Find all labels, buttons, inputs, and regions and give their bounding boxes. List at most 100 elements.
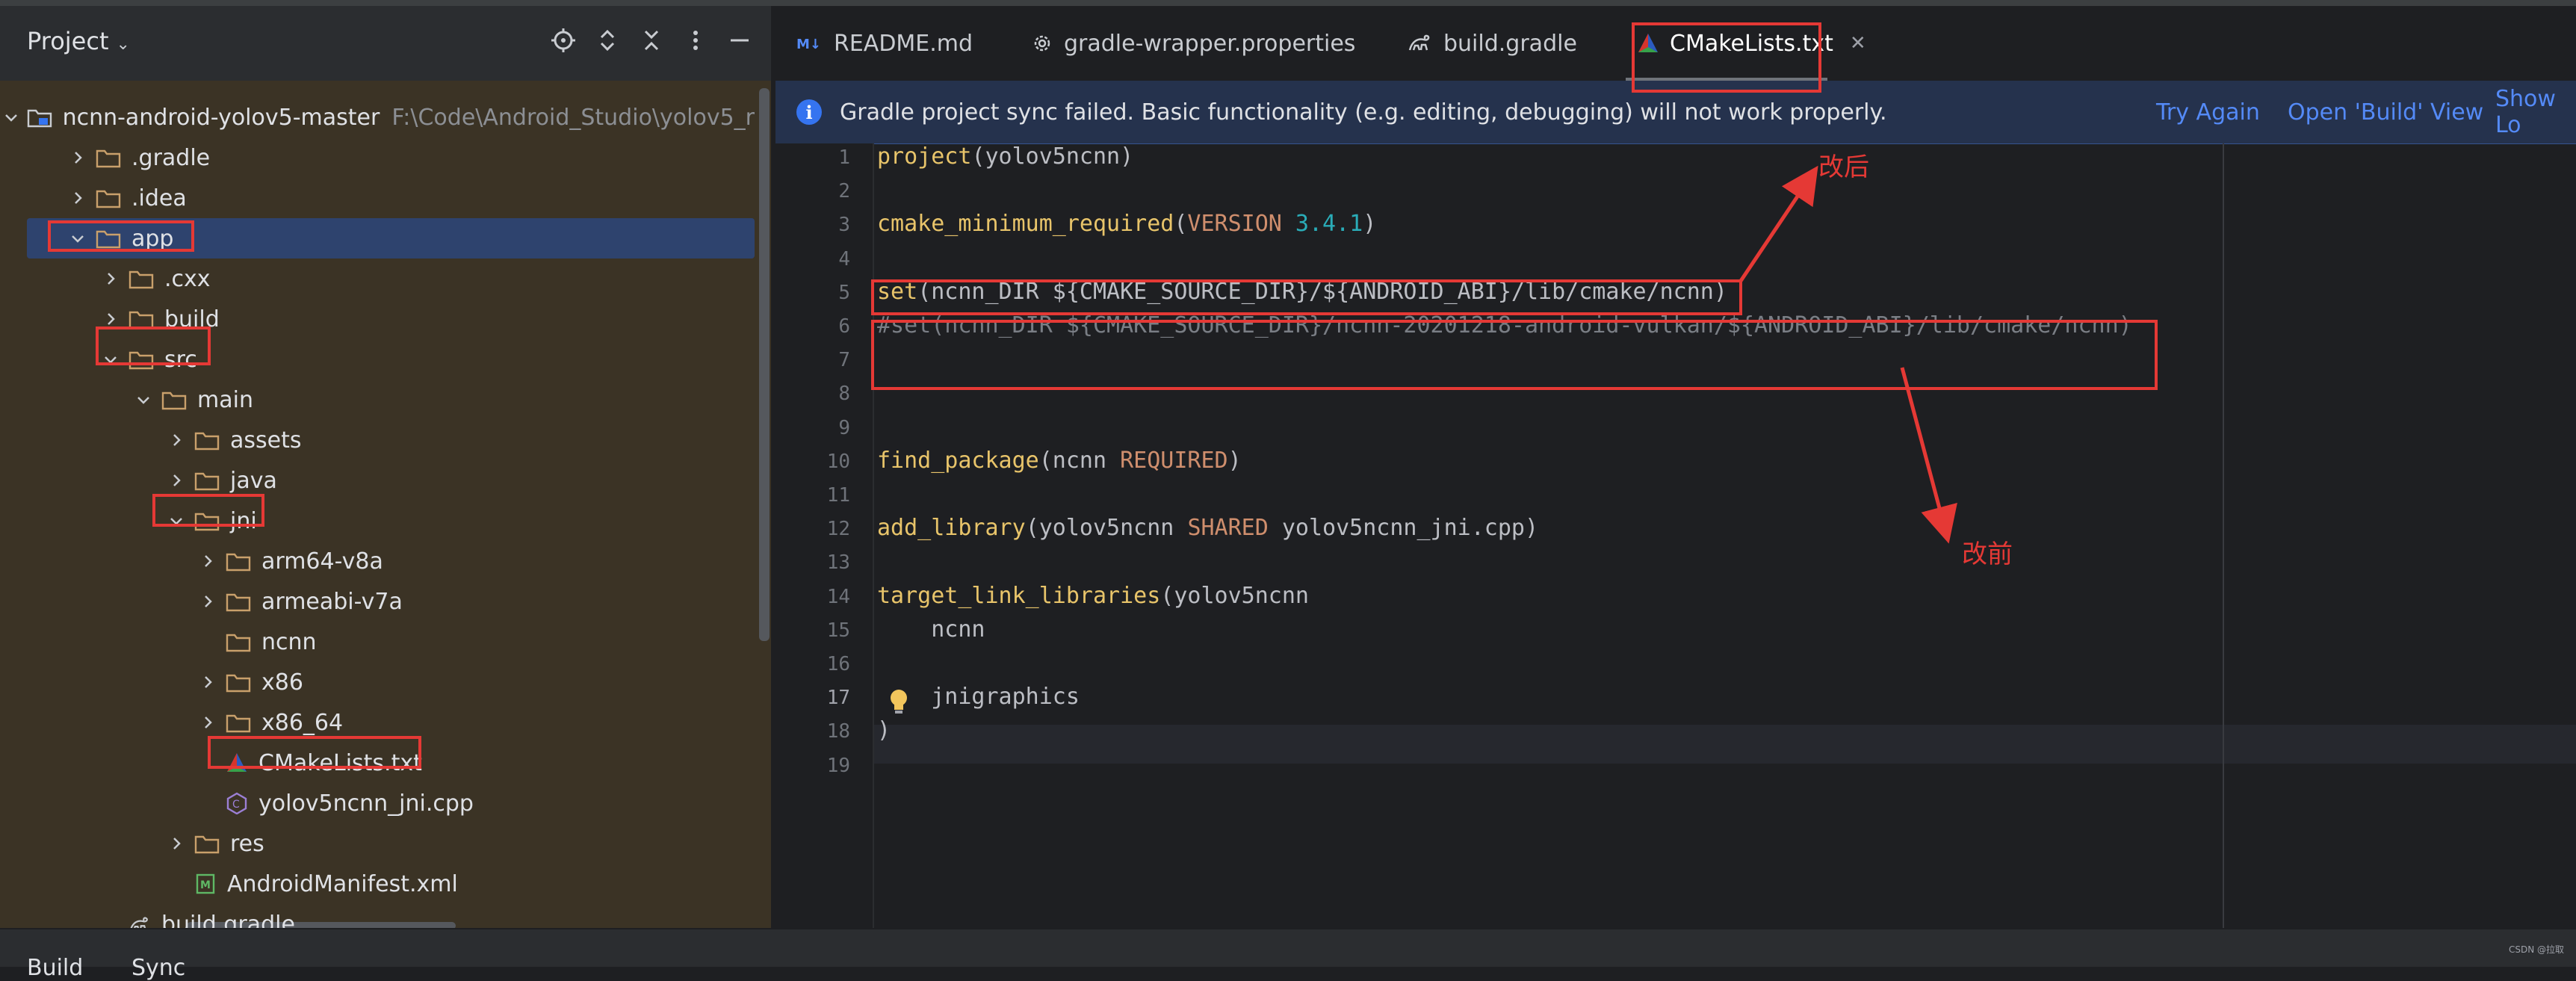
banner-message: Gradle project sync failed. Basic functi… (840, 99, 1887, 126)
chevron-right-icon[interactable] (100, 268, 121, 289)
code-line[interactable]: project(yolov5ncnn) (877, 140, 1133, 173)
project-panel: Project ⌄ ncnn-android-yolov5-master F:\Co… (0, 6, 771, 928)
code-line[interactable]: cmake_minimum_required(VERSION 3.4.1) (877, 208, 1376, 241)
folder-icon (226, 672, 251, 693)
tree-item-label: ncnn-android-yolov5-master (62, 104, 380, 131)
annotation-box-jni (152, 494, 264, 527)
tree-item-label: ncnn (261, 628, 317, 655)
annotation-box-src (96, 327, 211, 365)
chevron-right-icon[interactable] (67, 147, 88, 168)
tree-vertical-scrollbar[interactable] (759, 88, 770, 641)
code-line[interactable]: find_package(ncnn REQUIRED) (877, 445, 1242, 477)
tab-build-gradle[interactable]: build.gradle (1408, 6, 1577, 81)
tree-item-build-gradle[interactable]: build.gradle (0, 904, 755, 928)
tab-label: gradle-wrapper.properties (1064, 30, 1356, 57)
code-line[interactable]: target_link_libraries(yolov5ncnn (877, 580, 1309, 613)
line-number: 18 (826, 720, 850, 743)
tree-item-label: .cxx (164, 265, 211, 292)
project-tree: ncnn-android-yolov5-master F:\Code\Androi… (0, 81, 771, 928)
folder-icon (226, 551, 251, 572)
line-number: 17 (826, 687, 850, 710)
cpp-file-icon: C (226, 792, 248, 814)
tab-readme[interactable]: M↓ README.md (796, 6, 973, 81)
collapse-all-icon[interactable] (637, 25, 666, 55)
tree-item-arm64-v8a[interactable]: arm64-v8a (0, 541, 755, 581)
tree-item-label: arm64-v8a (261, 548, 383, 575)
chevron-right-icon[interactable] (166, 833, 187, 854)
tab-label: build.gradle (1443, 30, 1577, 57)
manifest-file-icon: M (194, 873, 217, 895)
minimize-icon[interactable] (725, 25, 755, 55)
tree-item-cxx[interactable]: .cxx (0, 259, 755, 299)
tree-item-label: java (230, 467, 277, 494)
tree-item-ncnn[interactable]: ncnn (0, 622, 755, 662)
tree-item-gradle[interactable]: .gradle (0, 137, 755, 178)
line-number: 10 (826, 450, 850, 473)
tree-item-label: build.gradle (161, 911, 295, 929)
lightbulb-icon[interactable] (888, 687, 910, 717)
tab-gradle-wrapper[interactable]: gradle-wrapper.properties (1031, 6, 1355, 81)
close-icon[interactable]: ✕ (1850, 32, 1866, 55)
svg-text:C: C (232, 799, 240, 811)
try-again-link[interactable]: Try Again (2156, 99, 2260, 126)
tree-item-java[interactable]: java (0, 460, 755, 501)
annotation-box-cmake-tab (1632, 22, 1821, 93)
current-line-highlight (775, 725, 2576, 764)
svg-text:M: M (200, 879, 211, 891)
folder-icon (194, 833, 220, 854)
tree-item-idea[interactable]: .idea (0, 178, 755, 218)
folder-icon (194, 470, 220, 491)
tree-item-x86[interactable]: x86 (0, 662, 755, 702)
tree-item-label: assets (230, 427, 302, 454)
chevron-right-icon[interactable] (197, 591, 218, 612)
build-tool-tab[interactable]: Build (27, 955, 83, 981)
tree-item-androidmanifest-xml[interactable]: M AndroidManifest.xml (0, 864, 755, 904)
tree-item-label: main (197, 386, 253, 413)
tree-item-res[interactable]: res (0, 823, 755, 864)
annotation-box-app (48, 220, 194, 252)
tree-item-jni[interactable]: jni (0, 501, 755, 541)
expand-all-icon[interactable] (592, 25, 622, 55)
project-view-selector[interactable]: Project ⌄ (27, 27, 130, 55)
tree-item-assets[interactable]: assets (0, 420, 755, 460)
line-number: 11 (826, 484, 850, 507)
tree-item-yolov5ncnn-jni-cpp[interactable]: Cyolov5ncnn_jni.cpp (0, 783, 755, 823)
annotation-box-after (871, 279, 1742, 315)
markdown-icon: M↓ (796, 34, 823, 52)
chevron-right-icon[interactable] (197, 551, 218, 572)
annotation-before-label: 改前 (1962, 539, 2013, 569)
code-line[interactable]: add_library(yolov5ncnn SHARED yolov5ncnn… (877, 512, 1538, 545)
chevron-right-icon[interactable] (67, 188, 88, 208)
tree-item-ncnn-android-yolov5-master[interactable]: ncnn-android-yolov5-master F:\Code\Androi… (0, 97, 755, 137)
annotation-box-cmakelists (208, 736, 421, 769)
line-number: 14 (826, 585, 850, 608)
folder-icon (96, 188, 121, 208)
line-number: 1 (838, 146, 850, 169)
code-line[interactable]: ncnn (877, 613, 985, 646)
line-number: 15 (826, 619, 850, 642)
tree-item-label: .idea (131, 185, 187, 211)
chevron-right-icon[interactable] (166, 470, 187, 491)
chevron-right-icon[interactable] (197, 712, 218, 733)
chevron-right-icon[interactable] (197, 672, 218, 693)
chevron-down-icon[interactable] (3, 107, 19, 128)
chevron-down-icon: ⌄ (116, 35, 130, 54)
more-options-icon[interactable] (681, 25, 710, 55)
sync-tool-tab[interactable]: Sync (131, 955, 185, 981)
line-number: 2 (838, 180, 850, 203)
info-icon: i (796, 99, 822, 125)
tree-item-armeabi-v7a[interactable]: armeabi-v7a (0, 581, 755, 622)
code-line[interactable]: ) (877, 714, 891, 747)
locate-icon[interactable] (548, 25, 578, 55)
folder-icon (194, 430, 220, 451)
gear-icon (1031, 32, 1053, 55)
show-log-link[interactable]: Show Lo (2495, 86, 2576, 138)
tree-item-main[interactable]: main (0, 380, 755, 420)
chevron-down-icon[interactable] (133, 389, 154, 410)
open-build-view-link[interactable]: Open 'Build' View (2288, 99, 2483, 126)
line-number: 4 (838, 247, 850, 270)
tree-item-label: x86_64 (261, 709, 344, 736)
chevron-right-icon[interactable] (166, 430, 187, 451)
